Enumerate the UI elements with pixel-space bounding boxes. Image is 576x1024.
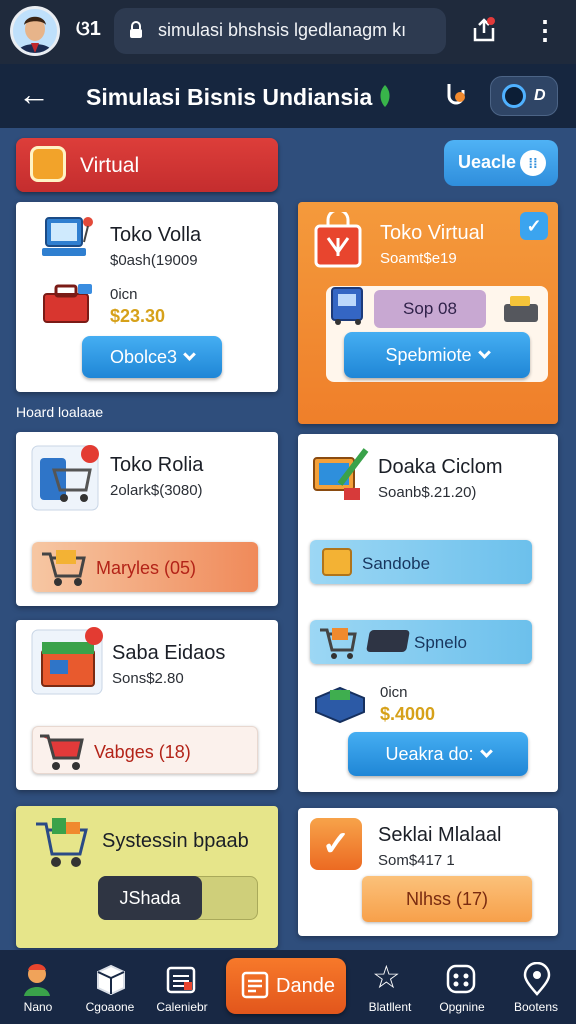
star-icon: ☆ bbox=[372, 959, 401, 995]
card-title: Toko Virtual bbox=[380, 222, 485, 244]
lock-icon bbox=[130, 21, 142, 38]
notes-button[interactable]: Nlhss (17) bbox=[362, 876, 532, 922]
hook-icon[interactable] bbox=[440, 80, 470, 112]
cash-register-icon bbox=[504, 296, 538, 322]
toggle-label: JShada bbox=[119, 887, 181, 908]
cart-icon bbox=[320, 628, 357, 659]
section-label: Hoard loalaae bbox=[16, 404, 104, 420]
grade-button-label: Ueacle bbox=[458, 152, 517, 172]
computer-icon bbox=[42, 217, 93, 256]
grid-dots-icon: ⁞⁞ bbox=[520, 150, 546, 176]
nav-label: Opgnine bbox=[439, 1000, 485, 1014]
nav-label: Blatllent bbox=[368, 1000, 412, 1014]
select-button-label: Spebmiote bbox=[385, 344, 472, 365]
market-stall-icon bbox=[31, 627, 103, 695]
select-button-label: Ueakra do: bbox=[385, 743, 474, 764]
chevron-down-icon bbox=[183, 348, 196, 361]
toggle-knob[interactable]: JShada bbox=[98, 876, 202, 920]
option-chip-label: Sop 08 bbox=[403, 299, 457, 318]
category-bar-label: Maryles (05) bbox=[96, 558, 197, 578]
leaf-icon bbox=[380, 85, 390, 107]
notes-button-label: Nlhss (17) bbox=[405, 888, 489, 909]
nav-label: Bootens bbox=[513, 1000, 559, 1014]
nav-label: Cgoaone bbox=[85, 1000, 135, 1014]
check-badge-icon: ✓ bbox=[310, 818, 362, 870]
avatar[interactable] bbox=[10, 6, 60, 56]
card-subtitle: Sons$2.80 bbox=[112, 670, 184, 687]
more-options-icon[interactable]: ⋮ bbox=[532, 16, 558, 46]
shopping-cart-icon bbox=[31, 445, 99, 511]
virtual-filter-label: Virtual bbox=[80, 154, 140, 177]
profile-chip-label: D bbox=[534, 87, 546, 104]
list-icon bbox=[241, 971, 269, 999]
shopping-bag-icon bbox=[314, 212, 362, 268]
item-label: 0icn bbox=[110, 286, 138, 303]
selected-check-icon[interactable]: ✓ bbox=[520, 212, 548, 240]
paint-canvas-icon bbox=[313, 448, 369, 500]
select-button[interactable]: Obolce3 bbox=[82, 336, 222, 378]
card-title: Toko Rolia bbox=[110, 454, 204, 476]
cart-icon bbox=[42, 550, 86, 586]
crate-icon bbox=[322, 548, 352, 576]
card-subtitle: Som$417 1 bbox=[378, 852, 455, 869]
select-button[interactable]: Ueakra do: bbox=[348, 732, 528, 776]
price: $23.30 bbox=[110, 306, 166, 326]
toolbox-icon bbox=[43, 284, 92, 323]
card-subtitle: 2olark$(3080) bbox=[110, 482, 203, 499]
category-bar-label: Vabges (18) bbox=[94, 742, 191, 762]
profile-ring-icon bbox=[502, 84, 526, 108]
price: $.4000 bbox=[380, 704, 436, 724]
card-title: Systessin bpaab bbox=[102, 830, 249, 852]
chevron-down-icon bbox=[479, 745, 493, 758]
avatar-icon bbox=[24, 964, 50, 996]
url-text[interactable]: simulasi bhshsis lgedlanagm kı bbox=[158, 20, 406, 41]
item-label: 0icn bbox=[380, 684, 408, 701]
nav-label: Caleniebr bbox=[156, 1000, 208, 1014]
back-arrow-icon[interactable]: ← bbox=[18, 78, 50, 112]
card-subtitle: Soanb$.21.20) bbox=[378, 484, 477, 501]
share-icon[interactable] bbox=[470, 16, 498, 44]
category-bar-label: Spnelo bbox=[414, 633, 467, 652]
avatar-face-icon bbox=[13, 9, 57, 53]
hexagon-icon bbox=[30, 146, 66, 182]
cash-box-icon bbox=[315, 686, 365, 724]
game-icon bbox=[446, 964, 476, 994]
nav-label: Nano bbox=[23, 1000, 53, 1014]
card-subtitle: Soamt$e19 bbox=[380, 250, 457, 267]
card-title: Seklai Mlalaal bbox=[378, 824, 502, 846]
option-chip[interactable]: Sop 08 bbox=[374, 290, 486, 328]
chevron-down-icon bbox=[477, 346, 491, 359]
select-button[interactable]: Spebmiote bbox=[344, 332, 530, 378]
location-icon bbox=[523, 962, 551, 996]
vending-machine-icon bbox=[331, 287, 363, 325]
card-subtitle: $0ash(19009 bbox=[110, 252, 198, 269]
cart-icon bbox=[40, 734, 84, 770]
page-title: Simulasi Bisnis Undiansia bbox=[86, 84, 373, 110]
category-bar-label: Sandobe bbox=[362, 554, 431, 573]
card-title: Saba Eidaos bbox=[112, 642, 226, 664]
grocery-cart-icon bbox=[36, 818, 88, 867]
nav-label-active: Dande bbox=[276, 975, 335, 997]
select-button-label: Obolce3 bbox=[109, 346, 178, 367]
card-title: Doaka Ciclom bbox=[378, 456, 503, 478]
card-title: Toko Volla bbox=[110, 224, 202, 246]
box-icon bbox=[97, 964, 125, 996]
tab-count[interactable]: ଓ1 bbox=[76, 18, 101, 41]
device-icon bbox=[366, 630, 410, 652]
calendar-icon bbox=[166, 966, 196, 994]
